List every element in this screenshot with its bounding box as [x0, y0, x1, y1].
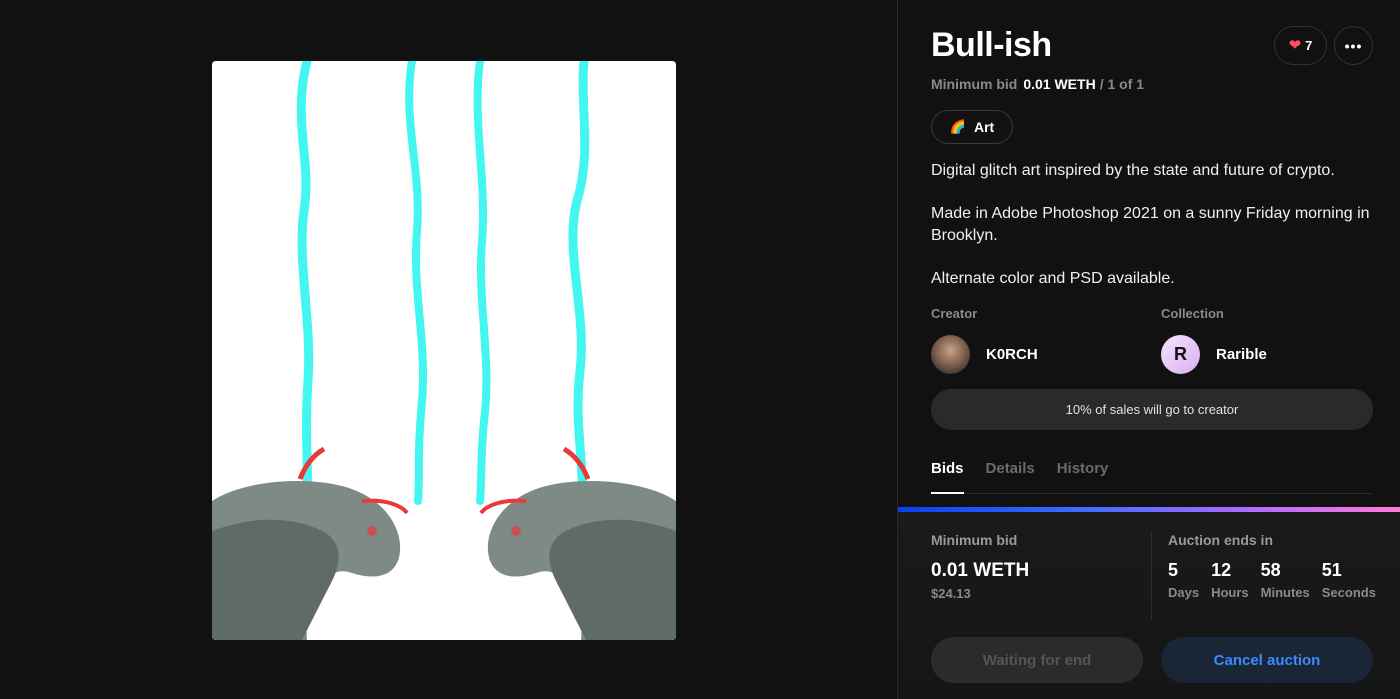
minimum-bid-summary: Minimum bid 0.01 WETH/ 1 of 1: [931, 76, 1144, 92]
tab-history[interactable]: History: [1057, 452, 1109, 494]
collection-link[interactable]: R Rarible: [1161, 334, 1267, 374]
creator-avatar: [931, 334, 970, 374]
bid-box: Minimum bid 0.01 WETH $24.13 Auction end…: [898, 512, 1400, 699]
description-paragraph: Made in Adobe Photoshop 2021 on a sunny …: [931, 205, 1370, 244]
auction-label: Auction ends in: [1168, 532, 1273, 548]
creator-label: Creator: [931, 306, 978, 321]
category-tag-art[interactable]: 🌈 Art: [931, 110, 1013, 144]
countdown-unit: Minutes: [1260, 585, 1310, 600]
more-icon: •••: [1344, 37, 1363, 54]
artwork-svg: [212, 61, 676, 640]
countdown-unit: Days: [1168, 585, 1200, 600]
countdown-days: 5 Days: [1168, 560, 1199, 600]
tab-bids[interactable]: Bids: [931, 452, 964, 494]
waiting-for-end-button[interactable]: Waiting for end: [931, 637, 1143, 683]
countdown-seconds: 51 Seconds: [1322, 560, 1376, 600]
edition-count: / 1 of 1: [1099, 76, 1145, 92]
item-title: Bull-ish: [931, 26, 1052, 64]
collection-label: Collection: [1161, 306, 1224, 321]
countdown-minutes: 58 Minutes: [1261, 560, 1310, 600]
description-paragraph: Digital glitch art inspired by the state…: [931, 162, 1335, 179]
creator-name: K0RCH: [986, 345, 1038, 363]
more-options-button[interactable]: •••: [1334, 26, 1373, 65]
rainbow-icon: 🌈: [949, 119, 966, 134]
item-description: Digital glitch art inspired by the state…: [931, 160, 1381, 311]
min-bid-value: 0.01 WETH: [1023, 76, 1096, 92]
min-bid-label: Minimum bid: [931, 76, 1018, 92]
like-button[interactable]: ❤ 7: [1274, 26, 1327, 65]
countdown-value: 58: [1260, 560, 1281, 580]
countdown-hours: 12 Hours: [1211, 560, 1249, 600]
auction-timer-section: Auction ends in 5 Days 12 Hours 58 Minut…: [1168, 532, 1376, 600]
tag-label: Art: [973, 119, 995, 135]
cancel-auction-button[interactable]: Cancel auction: [1161, 637, 1373, 683]
heart-icon: ❤: [1288, 37, 1302, 54]
item-details-panel: Bull-ish ❤ 7 ••• Minimum bid 0.01 WETH/ 1…: [897, 0, 1400, 699]
countdown-unit: Seconds: [1321, 585, 1376, 600]
countdown-value: 51: [1321, 560, 1342, 580]
tab-details[interactable]: Details: [986, 452, 1035, 494]
artwork-image[interactable]: [212, 61, 676, 640]
media-area: [0, 0, 897, 699]
creator-link[interactable]: K0RCH: [931, 334, 1038, 374]
like-count: 7: [1305, 38, 1313, 53]
countdown-value: 12: [1211, 560, 1232, 580]
royalty-banner: 10% of sales will go to creator: [931, 389, 1373, 430]
minimum-bid-section: Minimum bid 0.01 WETH $24.13: [931, 532, 1029, 601]
tab-bar: Bids Details History: [931, 452, 1373, 494]
bid-amount: 0.01 WETH: [931, 560, 1030, 581]
description-paragraph: Alternate color and PSD available.: [931, 270, 1175, 287]
collection-name: Rarible: [1216, 345, 1267, 363]
collection-avatar: R: [1161, 334, 1200, 374]
bid-usd: $24.13: [931, 586, 971, 601]
bid-min-label: Minimum bid: [931, 532, 1018, 548]
countdown-unit: Hours: [1211, 585, 1249, 600]
countdown-value: 5: [1168, 560, 1179, 580]
bid-divider: [1151, 532, 1152, 620]
countdown: 5 Days 12 Hours 58 Minutes 51 Seconds: [1168, 560, 1376, 600]
